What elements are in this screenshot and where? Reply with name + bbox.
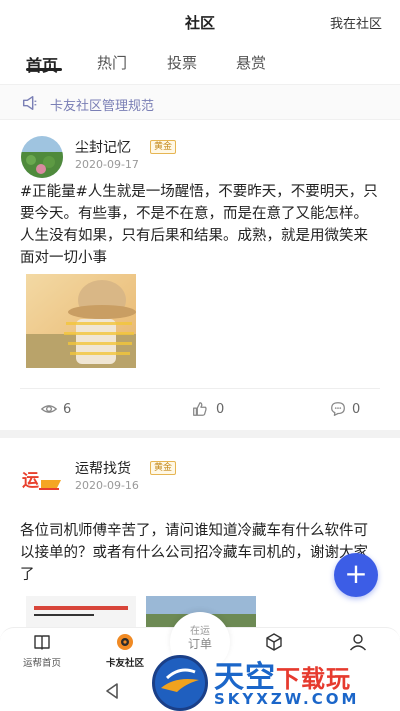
rank-badge: 黄金 xyxy=(150,140,177,154)
comments-count: 0 xyxy=(352,402,361,417)
post-card[interactable]: 运 运帮找货 黄金 2020-09-16 各位司机师傅辛苦了，请问谁知道冷藏车有… xyxy=(0,438,400,627)
post-image[interactable] xyxy=(26,274,136,368)
rank-badge: 黄金 xyxy=(150,461,177,475)
post-card[interactable]: 尘封记忆 黄金 2020-09-17 #正能量#人生就是一场醒悟，不要昨天，不要… xyxy=(0,124,400,430)
tab-bar: 首页 热门 投票 悬赏 xyxy=(0,44,400,80)
post-image[interactable] xyxy=(26,596,136,627)
nav-yunbang-home[interactable]: 运帮首页 xyxy=(12,628,72,676)
views-icon xyxy=(40,405,58,413)
post-content[interactable]: 各位司机师傅辛苦了，请问谁知道冷藏车有什么软件可以接单的？或者有什么公司招冷藏车… xyxy=(20,520,380,586)
back-icon[interactable] xyxy=(104,682,120,700)
comment-icon[interactable] xyxy=(329,400,347,418)
like-icon[interactable] xyxy=(191,400,209,418)
tab-hot[interactable]: 热门 xyxy=(97,52,127,73)
nav-label: 卡友社区 xyxy=(105,658,144,669)
watermark-globe-icon xyxy=(152,655,208,711)
community-icon xyxy=(117,634,133,650)
tab-vote[interactable]: 投票 xyxy=(167,52,197,73)
avatar[interactable]: 运 xyxy=(21,458,63,500)
views-count: 6 xyxy=(63,402,72,417)
section-gap xyxy=(0,430,400,438)
my-community-link[interactable]: 我在社区 xyxy=(330,13,382,32)
svg-text:运: 运 xyxy=(22,471,39,491)
person-icon xyxy=(349,634,367,651)
box-icon xyxy=(266,633,282,651)
nav-community[interactable]: 卡友社区 xyxy=(95,628,155,676)
nav-label: 运帮首页 xyxy=(22,658,61,669)
avatar[interactable] xyxy=(21,136,63,178)
watermark-domain: SKYXZW.COM xyxy=(214,690,360,708)
watermark-logo: 天空下载玩 SKYXZW.COM xyxy=(152,650,400,711)
top-bar: 社区 我在社区 xyxy=(0,0,400,44)
notice-text: 卡友社区管理规范 xyxy=(50,99,155,114)
post-date: 2020-09-16 xyxy=(75,479,139,492)
tab-reward[interactable]: 悬赏 xyxy=(236,52,266,73)
create-post-button[interactable]: + xyxy=(334,553,378,597)
username[interactable]: 运帮找货 xyxy=(75,458,131,478)
divider xyxy=(20,388,380,389)
watermark-brand-suffix: 下载玩 xyxy=(276,665,351,693)
likes-count: 0 xyxy=(216,402,225,417)
notice-banner[interactable]: 卡友社区管理规范 xyxy=(0,84,400,120)
book-icon xyxy=(34,635,50,650)
speaker-icon xyxy=(22,95,37,111)
post-content[interactable]: #正能量#人生就是一场醒悟，不要昨天，不要明天，只要今天。有些事，不是不在意，而… xyxy=(20,181,380,269)
username[interactable]: 尘封记忆 xyxy=(75,137,131,157)
post-date: 2020-09-17 xyxy=(75,158,139,171)
tab-home[interactable]: 首页 xyxy=(26,52,58,76)
active-tab-indicator xyxy=(26,68,62,71)
